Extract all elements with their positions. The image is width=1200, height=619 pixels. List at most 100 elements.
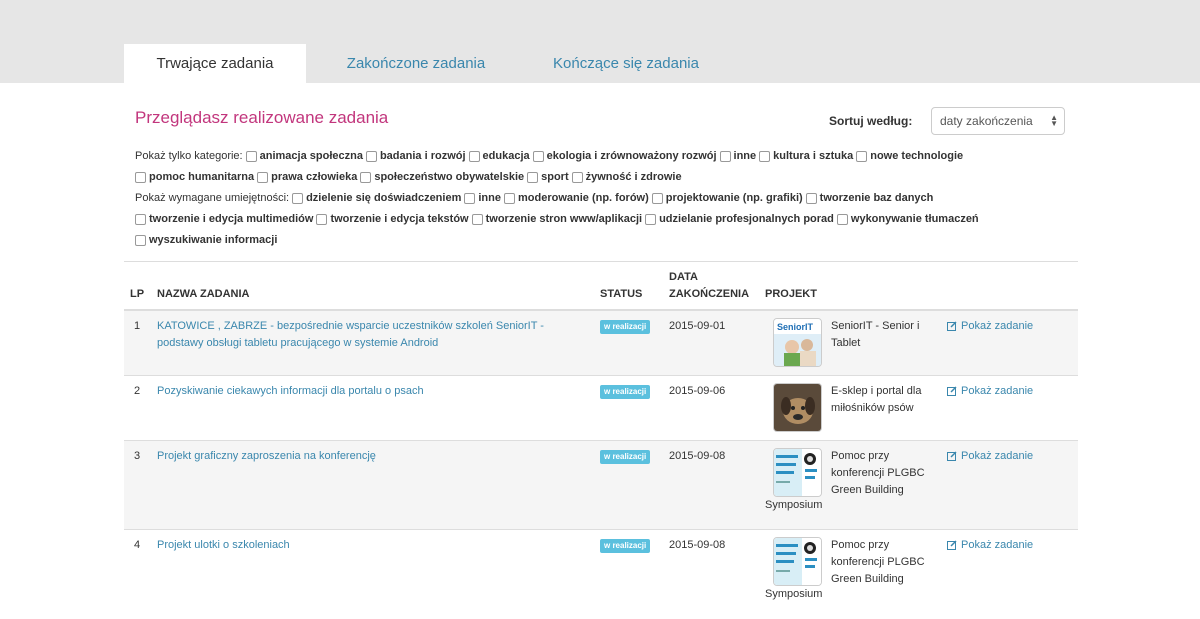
header-task-name: NAZWA ZADANIA — [157, 288, 250, 300]
skill-checkbox[interactable]: tworzenie baz danych — [805, 192, 933, 204]
edit-icon — [947, 451, 957, 461]
project-name: Pomoc przy konferencji PLGBC Green Build… — [831, 450, 925, 496]
checkbox-icon[interactable] — [316, 213, 328, 225]
header-lp: LP — [130, 288, 145, 300]
show-task-label: Pokaż zadanie — [961, 450, 1034, 462]
checkbox-icon[interactable] — [503, 192, 515, 204]
project-thumbnail[interactable] — [773, 383, 822, 432]
tab-ending[interactable]: Kończące się zadania — [526, 44, 726, 83]
project-thumbnail[interactable]: SeniorIT — [773, 318, 822, 367]
project-name: E-sklep i portal dla miłośników psów — [831, 385, 922, 414]
checkbox-icon[interactable] — [365, 150, 377, 162]
skills-label: Pokaż wymagane umiejętności: — [135, 192, 290, 204]
row-date: 2015-09-08 — [669, 539, 726, 551]
checkbox-icon[interactable] — [805, 192, 817, 204]
project-symposium-label: Symposium — [765, 499, 823, 511]
checkbox-icon[interactable] — [135, 171, 146, 183]
tabs: Trwające zadania Zakończone zadania Końc… — [124, 44, 726, 83]
category-checkbox[interactable]: animacja społeczna — [245, 150, 363, 162]
conference-poster-image — [774, 538, 821, 585]
skill-checkbox[interactable]: tworzenie stron www/aplikacji — [471, 213, 642, 225]
show-task-link[interactable]: Pokaż zadanie — [947, 320, 1033, 332]
category-checkbox[interactable]: edukacja — [468, 150, 530, 162]
category-checkbox[interactable]: ekologia i zrównoważony rozwój — [532, 150, 717, 162]
category-checkbox[interactable]: społeczeństwo obywatelskie — [360, 171, 524, 183]
skill-checkbox[interactable]: tworzenie i edycja tekstów — [316, 213, 469, 225]
skill-checkbox[interactable]: inne — [464, 192, 501, 204]
category-checkbox[interactable]: kultura i sztuka — [759, 150, 853, 162]
checkbox-icon[interactable] — [571, 171, 583, 183]
task-link[interactable]: KATOWICE , ZABRZE - bezpośrednie wsparci… — [157, 318, 577, 352]
categories-label: Pokaż tylko kategorie: — [135, 150, 243, 162]
sort-label: Sortuj według: — [829, 114, 913, 128]
category-checkbox[interactable]: sport — [527, 171, 569, 183]
category-checkbox[interactable]: inne — [719, 150, 756, 162]
category-checkbox[interactable]: żywność i zdrowie — [571, 171, 682, 183]
project-symposium-label: Symposium — [765, 588, 823, 600]
checkbox-icon[interactable] — [471, 213, 483, 225]
category-checkbox[interactable]: prawa człowieka — [257, 171, 357, 183]
checkbox-icon[interactable] — [759, 150, 771, 162]
checkbox-icon[interactable] — [836, 213, 848, 225]
project-thumbnail[interactable] — [773, 537, 822, 586]
show-task-link[interactable]: Pokaż zadanie — [947, 450, 1033, 462]
select-arrows-icon: ▲ ▼ — [1050, 113, 1058, 128]
edit-icon — [947, 386, 957, 396]
category-filter-line-2: pomoc humanitarna prawa człowieka społec… — [135, 171, 685, 183]
seniorit-logo-text: SeniorIT — [777, 322, 814, 332]
skill-checkbox[interactable]: tworzenie i edycja multimediów — [135, 213, 313, 225]
skill-checkbox[interactable]: projektowanie (np. grafiki) — [651, 192, 803, 204]
checkbox-icon[interactable] — [245, 150, 257, 162]
checkbox-icon[interactable] — [468, 150, 480, 162]
edit-icon — [947, 321, 957, 331]
show-task-link[interactable]: Pokaż zadanie — [947, 539, 1033, 551]
project-name: SeniorIT - Senior i Tablet — [831, 320, 920, 349]
table-top-divider — [124, 261, 1078, 262]
table-row: 2 Pozyskiwanie ciekawych informacji dla … — [124, 376, 1078, 441]
checkbox-icon[interactable] — [532, 150, 544, 162]
tab-ongoing[interactable]: Trwające zadania — [124, 44, 306, 83]
show-task-label: Pokaż zadanie — [961, 385, 1034, 397]
project-thumbnail[interactable] — [773, 448, 822, 497]
table-row: 3 Projekt graficzny zaproszenia na konfe… — [124, 441, 1078, 530]
checkbox-icon[interactable] — [135, 213, 146, 225]
row-lp: 1 — [134, 320, 141, 332]
skill-filter-line-1: Pokaż wymagane umiejętności: dzielenie s… — [135, 192, 936, 204]
checkbox-icon[interactable] — [856, 150, 868, 162]
category-checkbox[interactable]: pomoc humanitarna — [135, 171, 254, 183]
header-project: PROJEKT — [765, 288, 817, 300]
sort-value: daty zakończenia — [940, 114, 1033, 128]
checkbox-icon[interactable] — [135, 234, 146, 246]
checkbox-icon[interactable] — [645, 213, 657, 225]
checkbox-icon[interactable] — [257, 171, 269, 183]
checkbox-icon[interactable] — [527, 171, 539, 183]
checkbox-icon[interactable] — [464, 192, 476, 204]
category-checkbox[interactable]: badania i rozwój — [365, 150, 466, 162]
skill-checkbox[interactable]: dzielenie się doświadczeniem — [292, 192, 461, 204]
task-link[interactable]: Pozyskiwanie ciekawych informacji dla po… — [157, 383, 577, 400]
show-task-label: Pokaż zadanie — [961, 539, 1034, 551]
sort-select[interactable]: daty zakończenia ▲ ▼ — [931, 107, 1065, 135]
project-name: Pomoc przy konferencji PLGBC Green Build… — [831, 539, 925, 585]
row-date: 2015-09-01 — [669, 320, 726, 332]
skill-checkbox[interactable]: moderowanie (np. forów) — [503, 192, 649, 204]
row-date: 2015-09-08 — [669, 450, 726, 462]
checkbox-icon[interactable] — [360, 171, 372, 183]
skill-checkbox[interactable]: wykonywanie tłumaczeń — [836, 213, 979, 225]
skill-checkbox[interactable]: wyszukiwanie informacji — [135, 234, 277, 246]
skill-filter-line-3: wyszukiwanie informacji — [135, 234, 280, 246]
conference-poster-image — [774, 449, 821, 496]
checkbox-icon[interactable] — [719, 150, 731, 162]
checkbox-icon[interactable] — [651, 192, 663, 204]
show-task-link[interactable]: Pokaż zadanie — [947, 385, 1033, 397]
tab-finished[interactable]: Zakończone zadania — [306, 44, 526, 83]
task-link[interactable]: Projekt graficzny zaproszenia na konfere… — [157, 448, 577, 465]
status-badge: w realizacji — [600, 539, 651, 553]
row-lp: 2 — [134, 385, 141, 397]
category-filter-line-1: Pokaż tylko kategorie: animacja społeczn… — [135, 150, 966, 162]
category-checkbox[interactable]: nowe technologie — [856, 150, 963, 162]
skill-checkbox[interactable]: udzielanie profesjonalnych porad — [645, 213, 834, 225]
task-link[interactable]: Projekt ulotki o szkoleniach — [157, 537, 577, 554]
checkbox-icon[interactable] — [292, 192, 304, 204]
table-row: 1 KATOWICE , ZABRZE - bezpośrednie wspar… — [124, 311, 1078, 376]
